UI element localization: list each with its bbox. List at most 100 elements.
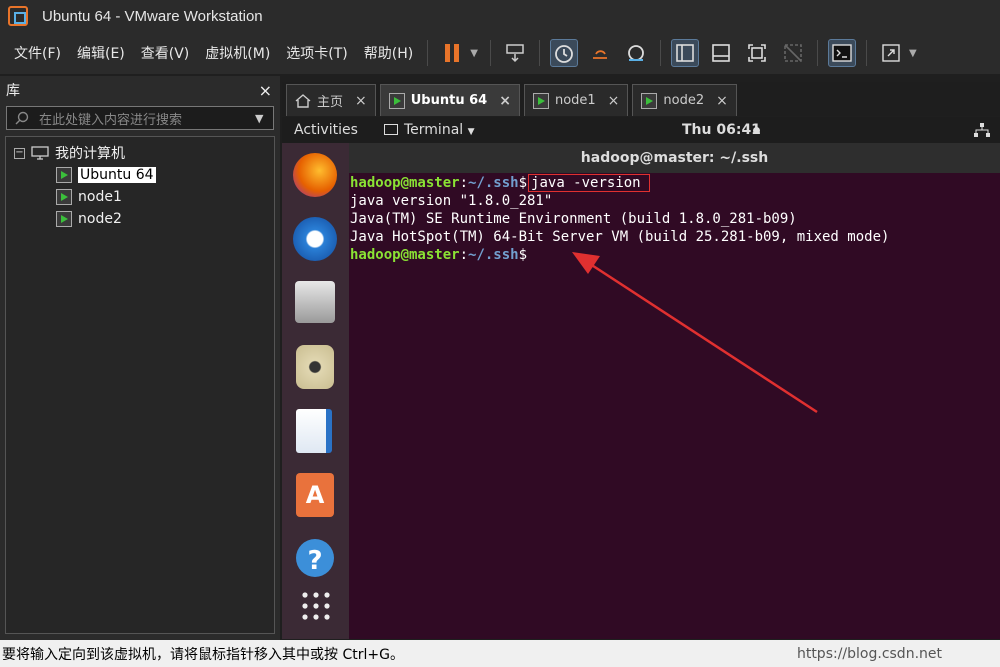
snapshot-manager-button[interactable] bbox=[622, 39, 650, 67]
send-keys-button[interactable] bbox=[501, 39, 529, 67]
tree-item-label: node1 bbox=[78, 189, 122, 205]
prompt-user: hadoop@master bbox=[350, 247, 460, 263]
search-icon bbox=[15, 111, 29, 125]
highlighted-command: java -version bbox=[528, 174, 650, 192]
close-icon[interactable]: × bbox=[259, 81, 272, 100]
tab-node1[interactable]: node1 × bbox=[523, 84, 629, 116]
vm-running-icon bbox=[56, 211, 72, 227]
rhythmbox-icon[interactable] bbox=[296, 345, 334, 389]
stretch-button[interactable] bbox=[877, 39, 905, 67]
ubuntu-dock: A ? bbox=[282, 143, 349, 639]
clock[interactable]: Thu 06:41 bbox=[682, 122, 761, 138]
window-title: Ubuntu 64 - VMware Workstation bbox=[42, 7, 263, 25]
unity-icon bbox=[784, 44, 802, 62]
vm-running-icon bbox=[641, 92, 658, 109]
prompt-symbol: $ bbox=[518, 247, 528, 263]
tree-item-label: node2 bbox=[78, 211, 122, 227]
close-icon[interactable]: × bbox=[355, 93, 367, 109]
keyboard-icon bbox=[506, 44, 524, 63]
annotation-arrow bbox=[572, 252, 818, 414]
tab-bar: 主页 × Ubuntu 64 × node1 × node2 × bbox=[282, 82, 1000, 116]
chevron-down-icon[interactable]: ▼ bbox=[255, 112, 273, 125]
menu-edit[interactable]: 编辑(E) bbox=[77, 43, 125, 63]
terminal-line: java version "1.8.0_281" bbox=[350, 193, 553, 209]
terminal-icon bbox=[832, 44, 852, 62]
tree-item-ubuntu64[interactable]: Ubuntu 64 bbox=[6, 164, 274, 186]
snapshot-button[interactable] bbox=[549, 39, 578, 67]
thumbnail-bar-button[interactable] bbox=[707, 39, 735, 67]
app-menu[interactable]: Terminal ▼ bbox=[404, 122, 475, 138]
chevron-down-icon: ▼ bbox=[467, 127, 475, 137]
library-search-input[interactable]: 在此处键入内容进行搜索 ▼ bbox=[6, 106, 274, 130]
toolbar-divider bbox=[865, 40, 867, 66]
app-menu-label: Terminal bbox=[404, 122, 464, 138]
tree-root[interactable]: − 我的计算机 bbox=[6, 142, 274, 164]
vm-running-icon bbox=[56, 167, 72, 183]
search-placeholder: 在此处键入内容进行搜索 bbox=[39, 112, 183, 128]
collapse-icon[interactable]: − bbox=[14, 147, 25, 159]
tab-node2[interactable]: node2 × bbox=[632, 84, 737, 116]
firefox-icon[interactable] bbox=[293, 153, 337, 197]
gnome-top-bar: Activities Terminal ▼ Thu 06:41 bbox=[282, 117, 1000, 143]
tree-root-label: 我的计算机 bbox=[55, 146, 125, 162]
tree-item-node2[interactable]: node2 bbox=[6, 208, 274, 230]
show-applications-icon[interactable] bbox=[301, 591, 331, 621]
menu-tabs[interactable]: 选项卡(T) bbox=[286, 43, 347, 63]
terminal-title: hadoop@master: ~/.ssh bbox=[580, 150, 769, 166]
revert-snapshot-button[interactable] bbox=[586, 39, 614, 67]
full-screen-icon bbox=[748, 44, 766, 62]
library-panel: 库 × 在此处键入内容进行搜索 ▼ − 我的计算机 Ubuntu 64 node… bbox=[0, 76, 280, 640]
vm-console[interactable]: Activities Terminal ▼ Thu 06:41 A ? hado… bbox=[282, 117, 1000, 639]
revert-icon bbox=[592, 50, 607, 59]
menu-help[interactable]: 帮助(H) bbox=[364, 43, 413, 63]
unity-button[interactable] bbox=[779, 39, 807, 67]
close-icon[interactable]: × bbox=[716, 93, 728, 109]
prompt-separator: : bbox=[459, 175, 469, 191]
tab-ubuntu64[interactable]: Ubuntu 64 × bbox=[379, 84, 520, 116]
terminal-line: Java(TM) SE Runtime Environment (build 1… bbox=[350, 211, 797, 227]
show-library-button[interactable] bbox=[670, 39, 699, 67]
close-icon[interactable]: × bbox=[608, 93, 620, 109]
terminal-line: hadoop@master:~/.ssh$ java -version bbox=[350, 174, 1000, 192]
prompt-user: hadoop@master bbox=[350, 175, 460, 191]
sidebar-icon bbox=[676, 44, 694, 62]
activities-button[interactable]: Activities bbox=[294, 122, 358, 138]
prompt-path: ~/.ssh bbox=[468, 247, 519, 263]
vm-tree: − 我的计算机 Ubuntu 64 node1 node2 bbox=[5, 136, 275, 634]
chevron-down-icon[interactable]: ▼ bbox=[909, 48, 917, 59]
menu-vm[interactable]: 虚拟机(M) bbox=[205, 43, 270, 63]
software-center-icon[interactable]: A bbox=[296, 473, 334, 517]
thumbnail-icon bbox=[712, 44, 730, 62]
status-bar: 要将输入定向到该虚拟机，请将鼠标指针移入其中或按 Ctrl+G。 https:/… bbox=[0, 640, 1000, 667]
chevron-down-icon[interactable]: ▼ bbox=[470, 48, 478, 59]
console-view-button[interactable] bbox=[827, 39, 856, 67]
prompt-symbol: $ bbox=[518, 175, 528, 191]
help-icon[interactable]: ? bbox=[296, 539, 334, 577]
status-text: 要将输入定向到该虚拟机，请将鼠标指针移入其中或按 Ctrl+G。 bbox=[2, 646, 404, 663]
pause-icon bbox=[445, 44, 460, 62]
tab-label: 主页 bbox=[317, 95, 344, 110]
network-icon[interactable] bbox=[974, 123, 990, 137]
close-icon[interactable]: × bbox=[499, 93, 511, 109]
menu-file[interactable]: 文件(F) bbox=[14, 43, 61, 63]
clock-icon bbox=[555, 45, 573, 63]
libreoffice-writer-icon[interactable] bbox=[296, 409, 332, 453]
tree-item-node1[interactable]: node1 bbox=[6, 186, 274, 208]
pause-button[interactable] bbox=[438, 39, 466, 67]
terminal-title-bar: hadoop@master: ~/.ssh bbox=[349, 143, 1000, 173]
prompt-path: ~/.ssh bbox=[468, 175, 519, 191]
toolbar-divider bbox=[538, 40, 540, 66]
toolbar-divider bbox=[816, 40, 818, 66]
terminal-app-icon bbox=[384, 124, 398, 135]
files-icon[interactable] bbox=[295, 281, 335, 323]
vmware-logo-icon bbox=[8, 6, 28, 26]
stretch-icon bbox=[882, 44, 900, 62]
full-screen-button[interactable] bbox=[743, 39, 771, 67]
thunderbird-icon[interactable] bbox=[293, 217, 337, 261]
snapshot-manager-icon bbox=[628, 45, 644, 61]
toolbar-divider bbox=[489, 40, 491, 66]
menu-view[interactable]: 查看(V) bbox=[141, 43, 190, 63]
tab-home[interactable]: 主页 × bbox=[286, 84, 376, 116]
vm-running-icon bbox=[388, 92, 405, 109]
vm-running-icon bbox=[56, 189, 72, 205]
